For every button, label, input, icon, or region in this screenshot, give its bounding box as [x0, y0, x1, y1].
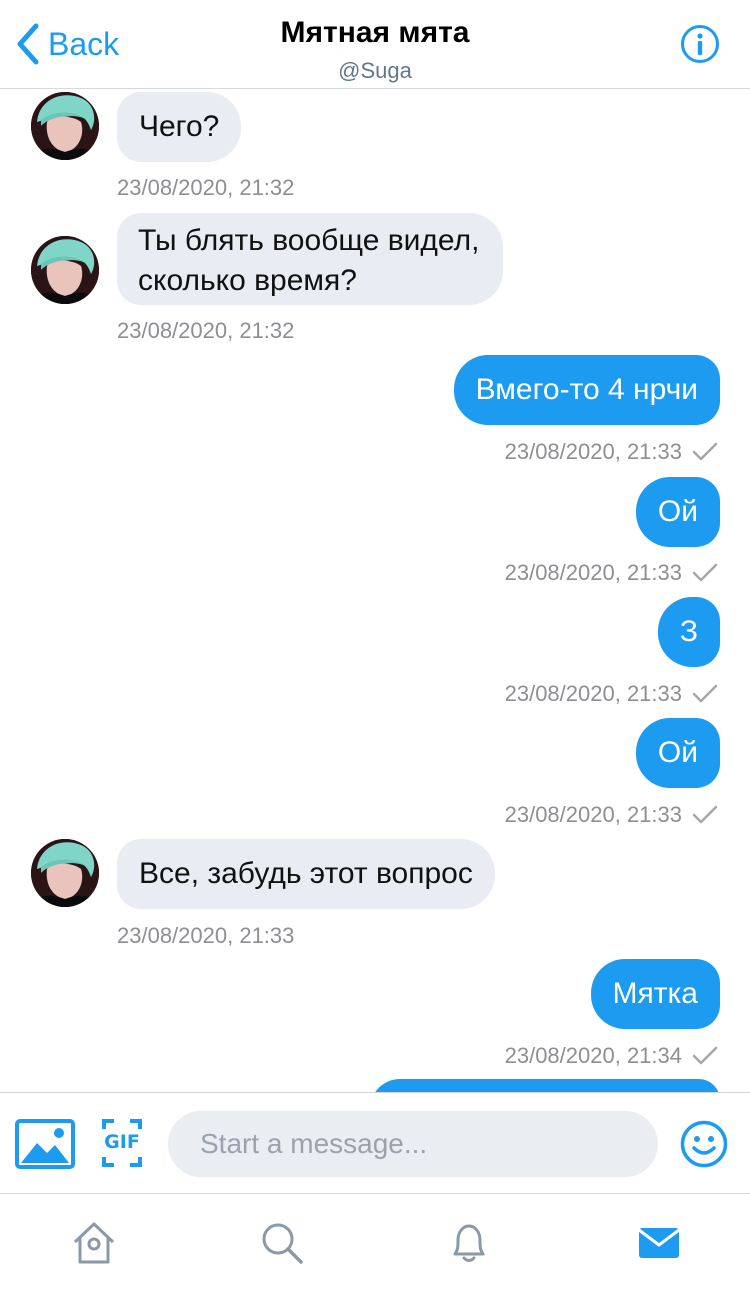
message-timestamp: 23/08/2020, 21:33 [505, 560, 718, 586]
message-bubble[interactable]: З [657, 597, 720, 667]
message-timestamp: 23/08/2020, 21:33 [117, 923, 295, 948]
sent-check-icon [692, 805, 718, 824]
message-input[interactable] [168, 1111, 658, 1177]
message-list[interactable]: Чего? 23/08/2020, 21:32 Ты блять вообще … [0, 89, 750, 1092]
sent-check-icon [692, 442, 718, 461]
avatar[interactable] [31, 236, 99, 304]
bottom-tab-bar [0, 1193, 750, 1295]
sent-check-icon [692, 1046, 718, 1065]
message-bubble-partial[interactable] [370, 1079, 720, 1092]
message-bubble[interactable]: Ой [635, 718, 720, 788]
message-timestamp: 23/08/2020, 21:33 [505, 681, 718, 707]
notifications-icon[interactable] [446, 1220, 492, 1266]
timestamp-text: 23/08/2020, 21:33 [504, 681, 682, 706]
home-icon[interactable] [71, 1220, 117, 1266]
message-bubble[interactable]: Вмего-то 4 нрчи [453, 355, 720, 425]
timestamp-text: 23/08/2020, 21:33 [504, 802, 682, 827]
message-text-line: сколько время? [138, 264, 357, 297]
message-bubble[interactable]: Ты блять вообще видел, сколько время? [117, 213, 504, 305]
conversation-handle: @Suga [338, 58, 412, 83]
message-bubble[interactable]: Все, забудь этот вопрос [117, 839, 495, 909]
message-text: Все, забудь этот вопрос [139, 857, 473, 890]
sent-check-icon [692, 563, 718, 582]
message-timestamp: 23/08/2020, 21:34 [505, 1043, 718, 1069]
gif-icon[interactable]: GIF [102, 1119, 142, 1167]
message-text: Ой [657, 736, 698, 769]
message-text: Ой [657, 495, 698, 528]
message-text-line: Ты блять вообще видел, [138, 224, 480, 257]
messages-icon[interactable] [636, 1220, 682, 1266]
message-text: З [679, 615, 698, 648]
gif-label: GIF [104, 1131, 140, 1153]
message-text: Вмего-то 4 нрчи [475, 373, 698, 406]
emoji-icon[interactable] [680, 1120, 728, 1168]
message-bubble[interactable]: Ой [635, 477, 720, 547]
image-icon[interactable] [15, 1119, 75, 1169]
message-timestamp: 23/08/2020, 21:32 [117, 318, 295, 343]
message-text: Мятка [612, 977, 698, 1010]
message-timestamp: 23/08/2020, 21:33 [505, 439, 718, 465]
timestamp-text: 23/08/2020, 21:34 [504, 1043, 682, 1068]
message-text: Чего? [139, 110, 220, 143]
search-icon[interactable] [259, 1220, 305, 1266]
message-timestamp: 23/08/2020, 21:33 [505, 802, 718, 828]
timestamp-text: 23/08/2020, 21:33 [504, 560, 682, 585]
avatar[interactable] [31, 839, 99, 907]
message-bubble[interactable]: Чего? [117, 92, 242, 162]
info-icon[interactable] [680, 24, 720, 64]
chat-header: Back Мятная мята @Suga [0, 0, 750, 89]
message-composer: GIF [0, 1092, 750, 1193]
message-timestamp: 23/08/2020, 21:32 [117, 175, 295, 200]
conversation-title: Мятная мята [280, 16, 470, 49]
timestamp-text: 23/08/2020, 21:33 [504, 439, 682, 464]
message-bubble[interactable]: Мятка [590, 959, 720, 1029]
sent-check-icon [692, 684, 718, 703]
avatar[interactable] [31, 92, 99, 160]
